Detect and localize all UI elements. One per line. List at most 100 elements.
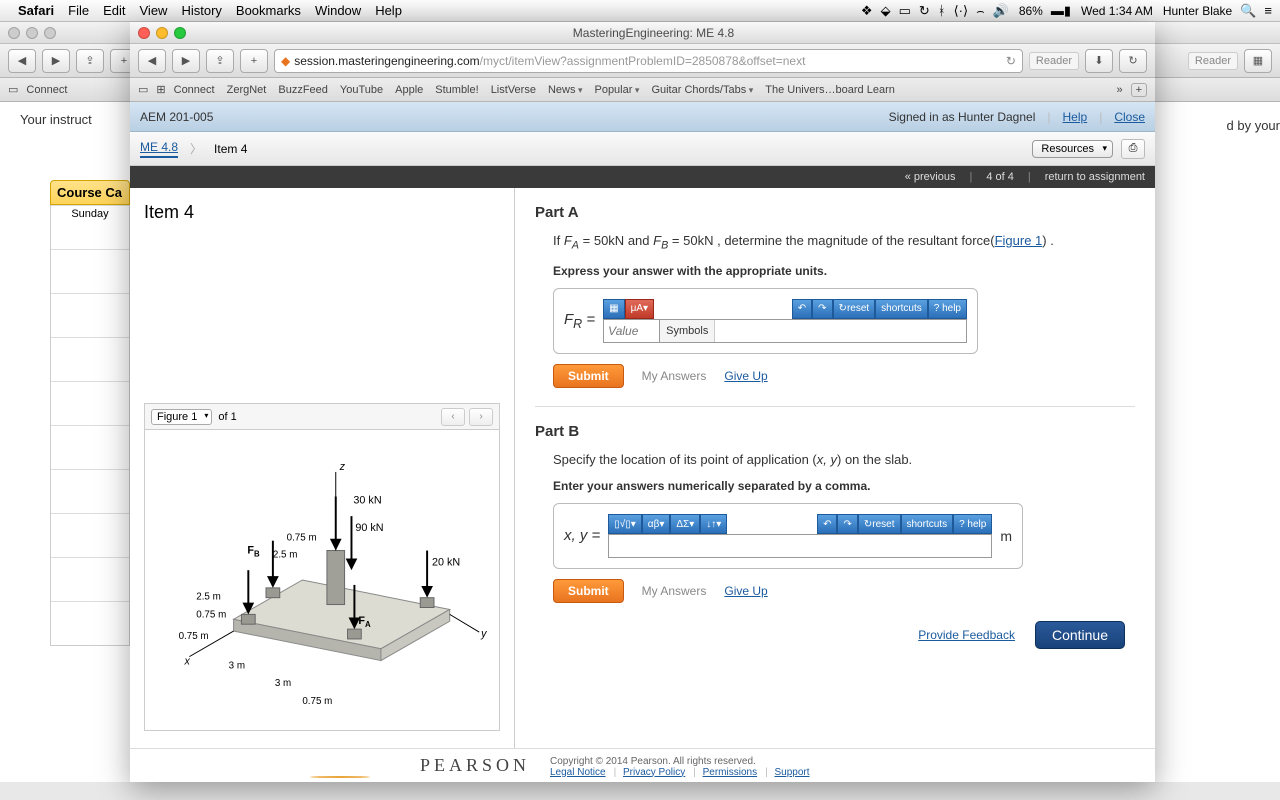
bg-bm-connect[interactable]: Connect xyxy=(26,84,67,96)
bm-apple[interactable]: Apple xyxy=(395,84,423,96)
share-button[interactable]: ⇪ xyxy=(206,49,234,73)
bluetooth-icon[interactable]: ᚼ xyxy=(938,3,946,18)
downloads-button[interactable]: ⬇ xyxy=(1085,49,1113,73)
bg-tabs-button[interactable]: ▦ xyxy=(1244,49,1272,73)
user-name[interactable]: Hunter Blake xyxy=(1163,4,1232,18)
menu-file[interactable]: File xyxy=(68,3,89,18)
bg-fwd-button[interactable]: ▶ xyxy=(42,49,70,73)
wifi-icon[interactable]: ⌢ xyxy=(976,3,985,19)
menu-edit[interactable]: Edit xyxy=(103,3,125,18)
url-bar[interactable]: ◆ session.masteringengineering.com/myct/… xyxy=(274,49,1023,73)
fig-prev-button[interactable]: ‹ xyxy=(441,408,465,426)
airplay-icon[interactable]: ▭ xyxy=(899,3,911,19)
bm-zergnet[interactable]: ZergNet xyxy=(227,84,267,96)
volume-icon[interactable]: 🔊 xyxy=(993,3,1009,19)
privacy-link[interactable]: Privacy Policy xyxy=(623,767,685,778)
symbols-button[interactable]: Symbols xyxy=(659,320,714,342)
part-a-giveup[interactable]: Give Up xyxy=(724,369,767,383)
undo-button-b[interactable]: ↶ xyxy=(817,514,837,534)
app-name[interactable]: Safari xyxy=(18,3,54,18)
bg-share-button[interactable]: ⇪ xyxy=(76,49,104,73)
provide-feedback-link[interactable]: Provide Feedback xyxy=(918,628,1015,642)
part-b-value-input[interactable] xyxy=(609,535,991,557)
part-a-myanswers[interactable]: My Answers xyxy=(642,369,707,383)
zoom-button[interactable] xyxy=(174,27,186,39)
nav-return[interactable]: return to assignment xyxy=(1045,171,1145,183)
menu-bookmarks[interactable]: Bookmarks xyxy=(236,3,301,18)
units-button[interactable]: μA▾ xyxy=(625,299,654,319)
bg-close-dot[interactable] xyxy=(8,27,20,39)
shortcuts-button[interactable]: shortcuts xyxy=(875,299,928,319)
bm-listverse[interactable]: ListVerse xyxy=(491,84,536,96)
add-button[interactable]: + xyxy=(240,49,268,73)
reset-button-b[interactable]: ↻ reset xyxy=(858,514,901,534)
print-button[interactable]: ⎙ xyxy=(1121,139,1145,159)
resources-dropdown[interactable]: Resources xyxy=(1032,140,1113,158)
bm-buzzfeed[interactable]: BuzzFeed xyxy=(278,84,328,96)
shortcuts-button-b[interactable]: shortcuts xyxy=(901,514,954,534)
redo-button[interactable]: ↷ xyxy=(812,299,832,319)
reload-icon[interactable]: ↻ xyxy=(1006,54,1016,68)
keypad-button[interactable]: ▦ xyxy=(603,299,624,319)
sigma-button[interactable]: ΔΣ▾ xyxy=(670,514,700,534)
new-tab-button[interactable]: + xyxy=(1131,83,1147,97)
help-button[interactable]: ? help xyxy=(928,299,967,319)
menu-view[interactable]: View xyxy=(140,3,168,18)
bm-popular[interactable]: Popular xyxy=(594,84,639,96)
menu-help[interactable]: Help xyxy=(375,3,402,18)
book-icon[interactable]: ▭ xyxy=(8,83,18,96)
bg-max-dot[interactable] xyxy=(44,27,56,39)
close-button[interactable] xyxy=(138,27,150,39)
notifications-icon[interactable]: ≡ xyxy=(1264,3,1272,18)
bm-youtube[interactable]: YouTube xyxy=(340,84,383,96)
greek-button[interactable]: αβ▾ xyxy=(642,514,671,534)
clock[interactable]: Wed 1:34 AM xyxy=(1081,4,1153,18)
part-a-submit[interactable]: Submit xyxy=(553,364,624,388)
menu-history[interactable]: History xyxy=(181,3,221,18)
menu-window[interactable]: Window xyxy=(315,3,361,18)
minimize-button[interactable] xyxy=(156,27,168,39)
timemachine-icon[interactable]: ↻ xyxy=(919,3,930,19)
arrows-button[interactable]: ↓↑▾ xyxy=(700,514,727,534)
legal-link[interactable]: Legal Notice xyxy=(550,767,606,778)
bm-universe[interactable]: The Univers…board Learn xyxy=(765,84,895,96)
reader-button[interactable]: Reader xyxy=(1029,52,1079,70)
bg-reader[interactable]: Reader xyxy=(1188,52,1238,70)
permissions-link[interactable]: Permissions xyxy=(703,767,757,778)
figure-link[interactable]: Figure 1 xyxy=(995,233,1043,248)
bg-back-button[interactable]: ◀ xyxy=(8,49,36,73)
battery-percent[interactable]: 86% xyxy=(1019,4,1043,18)
dropbox-icon[interactable]: ⬙ xyxy=(881,3,891,19)
part-b-submit[interactable]: Submit xyxy=(553,579,624,603)
close-link[interactable]: Close xyxy=(1114,110,1145,124)
forward-button[interactable]: ▶ xyxy=(172,49,200,73)
sqrt-button[interactable]: ▯√▯▾ xyxy=(608,514,642,534)
crumb-assignment[interactable]: ME 4.8 xyxy=(140,140,178,158)
redo-button-b[interactable]: ↷ xyxy=(837,514,857,534)
part-b-giveup[interactable]: Give Up xyxy=(724,584,767,598)
bm-guitar[interactable]: Guitar Chords/Tabs xyxy=(651,84,753,96)
figure-select[interactable]: Figure 1 xyxy=(151,409,212,425)
fig-next-button[interactable]: › xyxy=(469,408,493,426)
book-icon[interactable]: ▭ xyxy=(138,83,148,96)
back-button[interactable]: ◀ xyxy=(138,49,166,73)
bm-news[interactable]: News xyxy=(548,84,583,96)
help-link[interactable]: Help xyxy=(1063,110,1088,124)
part-a-value-input[interactable] xyxy=(604,320,659,342)
undo-button[interactable]: ↶ xyxy=(792,299,812,319)
nav-previous[interactable]: « previous xyxy=(905,171,956,183)
battery-icon[interactable]: ▬▮ xyxy=(1051,3,1071,19)
spotlight-icon[interactable]: 🔍 xyxy=(1240,3,1256,19)
part-b-myanswers[interactable]: My Answers xyxy=(642,584,707,598)
reset-button[interactable]: ↻ reset xyxy=(833,299,876,319)
bm-connect[interactable]: Connect xyxy=(174,84,215,96)
support-link[interactable]: Support xyxy=(774,767,809,778)
sync-icon[interactable]: ⟨·⟩ xyxy=(954,3,968,19)
bg-min-dot[interactable] xyxy=(26,27,38,39)
bm-stumble[interactable]: Stumble! xyxy=(435,84,478,96)
fan-icon[interactable]: ❖ xyxy=(861,3,873,19)
help-button-b[interactable]: ? help xyxy=(953,514,992,534)
tabs-button[interactable]: ↻ xyxy=(1119,49,1147,73)
grid-icon[interactable]: ⊞ xyxy=(156,83,165,96)
continue-button[interactable]: Continue xyxy=(1035,621,1125,649)
